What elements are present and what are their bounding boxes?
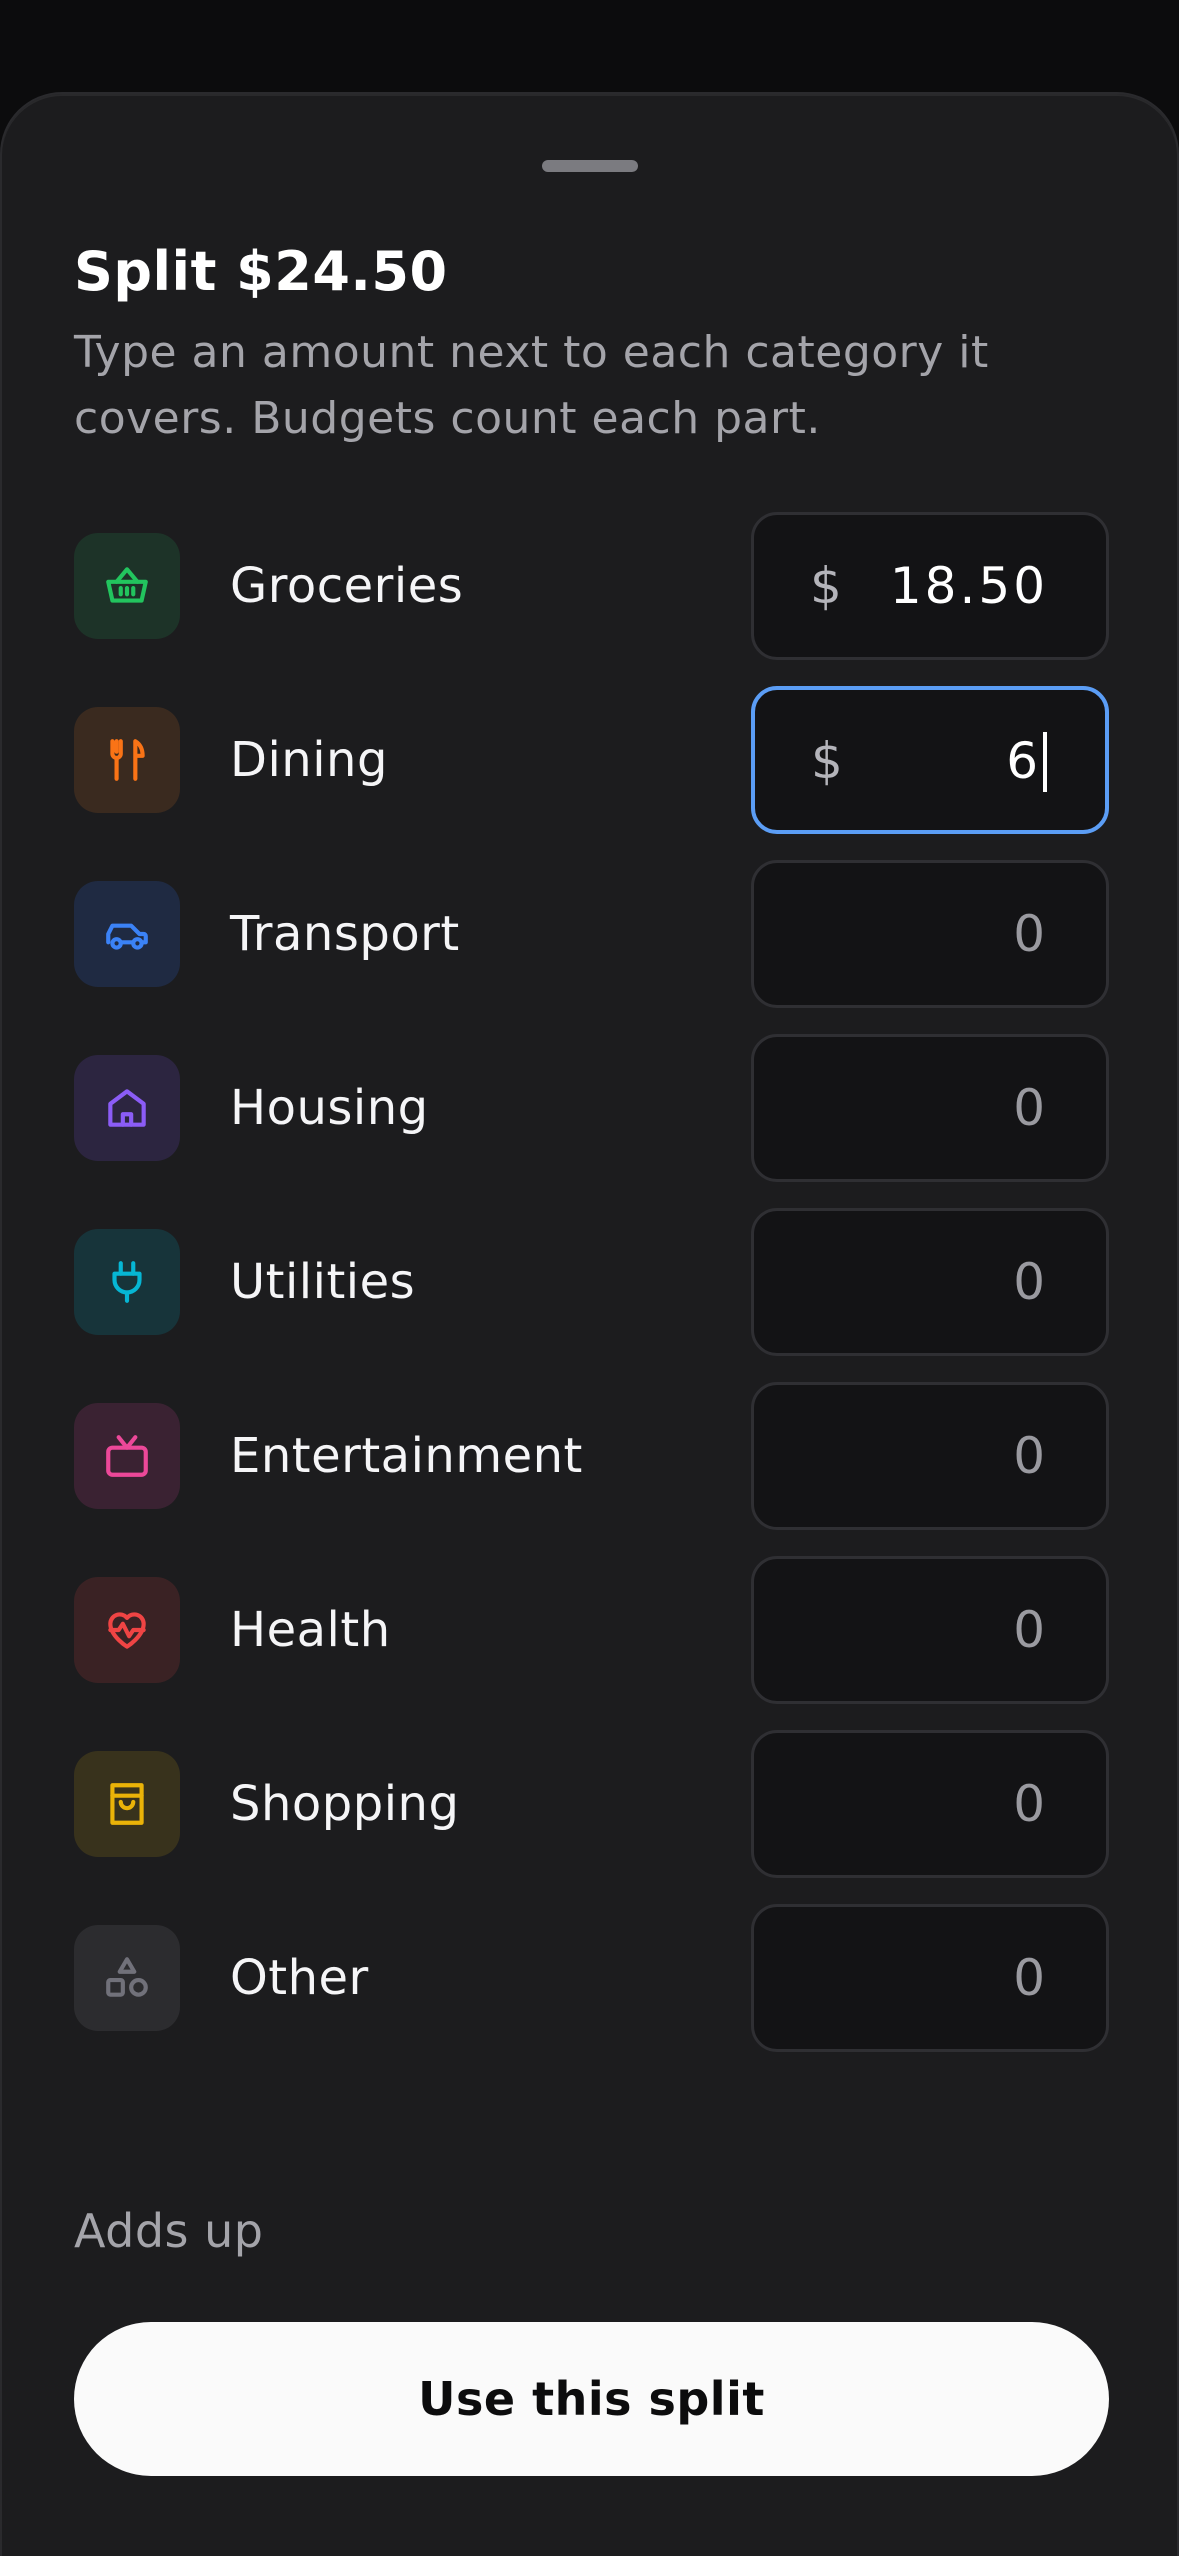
category-label: Utilities [230,1254,416,1310]
groceries-icon-tile [74,533,180,639]
amount-input-housing[interactable]: 0 [751,1034,1109,1182]
category-row-shopping: Shopping 0 [74,1730,1109,1878]
amount-input-dining[interactable]: $ 6 [751,686,1109,834]
category-row-groceries: Groceries $ 18.50 [74,512,1109,660]
sheet-subtitle: Type an amount next to each category it … [74,327,989,444]
amount-input-shopping[interactable]: 0 [751,1730,1109,1878]
category-row-other: Other 0 [74,1904,1109,2052]
category-row-entertainment: Entertainment 0 [74,1382,1109,1530]
other-icon-tile [74,1925,180,2031]
amount-input-groceries[interactable]: $ 18.50 [751,512,1109,660]
amount-input-entertainment[interactable]: 0 [751,1382,1109,1530]
category-row-utilities: Utilities 0 [74,1208,1109,1356]
entertainment-icon-tile [74,1403,180,1509]
amount-value: 0 [1013,1253,1048,1311]
category-label: Groceries [230,558,464,614]
shopping-bag-icon [110,1783,144,1825]
health-icon-tile [74,1577,180,1683]
category-row-health: Health 0 [74,1556,1109,1704]
category-label: Health [230,1602,391,1658]
currency-symbol: $ [811,732,843,790]
amount-value: 0 [1013,1775,1048,1833]
utilities-icon-tile [74,1229,180,1335]
currency-symbol: $ [810,557,842,615]
category-row-housing: Housing 0 [74,1034,1109,1182]
dining-icon-tile [74,707,180,813]
split-sheet: Split $24.50 Type an amount next to each… [0,92,1179,2556]
split-status-text: Adds up [74,2204,264,2258]
category-row-transport: Transport 0 [74,860,1109,1008]
category-label: Dining [230,732,388,788]
category-row-dining: Dining $ 6 [74,686,1109,834]
amount-value: 0 [1013,1427,1048,1485]
sheet-grabber[interactable] [542,160,638,172]
text-caret [1043,732,1047,792]
category-label: Housing [230,1080,429,1136]
category-list: Groceries $ 18.50 Dining $ 6 Transport 0… [74,512,1109,2078]
category-label: Entertainment [230,1428,583,1484]
amount-input-other[interactable]: 0 [751,1904,1109,2052]
car-icon [106,923,148,950]
heart-pulse-icon [108,1612,146,1649]
category-label: Transport [230,906,460,962]
amount-value: 0 [1013,1601,1048,1659]
transport-icon-tile [74,881,180,987]
amount-value: 0 [1013,1079,1048,1137]
plug-icon [112,1261,142,1303]
sheet-title: Split $24.50 [74,240,448,303]
amount-input-transport[interactable]: 0 [751,860,1109,1008]
amount-input-health[interactable]: 0 [751,1556,1109,1704]
amount-value: 0 [1013,905,1048,963]
category-label: Other [230,1950,369,2006]
tv-icon [106,1435,148,1477]
house-icon [108,1089,146,1127]
amount-input-utilities[interactable]: 0 [751,1208,1109,1356]
basket-icon [106,567,148,603]
amount-value: 6 [1006,732,1041,790]
category-label: Shopping [230,1776,460,1832]
shopping-icon-tile [74,1751,180,1857]
amount-value: 18.50 [889,557,1048,615]
utensils-icon [110,739,145,781]
shapes-icon [106,1957,148,1997]
use-split-button[interactable]: Use this split [74,2322,1109,2476]
amount-value: 0 [1013,1949,1048,2007]
housing-icon-tile [74,1055,180,1161]
